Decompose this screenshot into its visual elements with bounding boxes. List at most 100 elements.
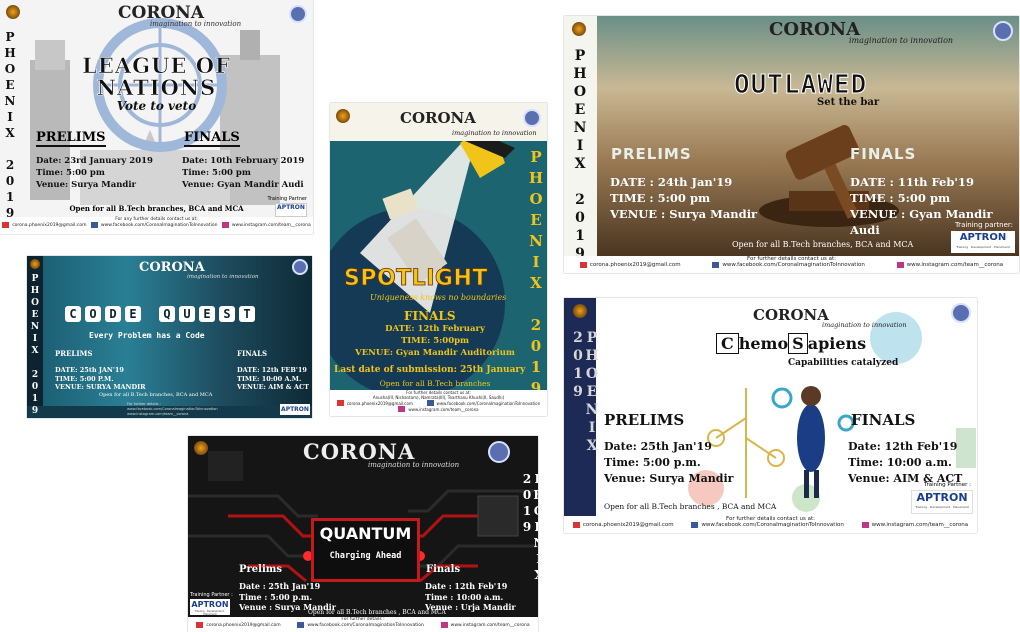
college-emblem-icon	[292, 259, 308, 275]
title-element-c: C	[716, 333, 739, 354]
email-text: corona.phoenix2019@gmail.com	[206, 622, 281, 628]
tagline: imagination to innovation	[452, 129, 537, 137]
tagline: imagination to innovation	[368, 461, 460, 469]
aptron-badge: APTRON	[280, 404, 310, 415]
title-letter: Q	[159, 306, 175, 322]
email-item: corona.phoenix2019@gmail.com	[572, 522, 674, 528]
aptron-tagline: Training · Development · Placement	[956, 245, 1010, 249]
mail-icon	[579, 262, 587, 268]
prelims-time: TIME : 5:00 pm	[610, 191, 711, 205]
finals-venue: Venue: Gyan Mandir Audi	[182, 180, 304, 190]
prelims-venue: Venue: Surya Mandir	[604, 472, 734, 485]
prelims-heading: Prelims	[239, 564, 282, 575]
instagram-text: www.instagram.com/team__corona	[906, 262, 1004, 268]
instagram-icon	[398, 406, 406, 412]
title-letter: T	[239, 306, 255, 322]
instagram-icon	[221, 222, 229, 228]
eligibility: Open for all B.Tech branches , BCA and M…	[604, 502, 777, 511]
tagline: imagination to innovation	[187, 274, 259, 280]
corona-logo-icon	[573, 304, 587, 318]
subtitle: Uniqueness knows no boundaries	[370, 293, 507, 302]
prelims-heading: PRELIMS	[36, 130, 106, 147]
facebook-icon	[691, 522, 699, 528]
title-letter: E	[199, 306, 215, 322]
prelims-date: Date: 25th Jan'19	[604, 440, 712, 453]
facebook-text: www.facebook.com/CoronaImaginationToInno…	[436, 400, 541, 406]
contact-footer: For further details : www.facebook.com/C…	[127, 402, 218, 417]
prelims-heading: PRELIMS	[611, 145, 692, 163]
finals-date: Date : 12th Feb'19	[425, 581, 508, 591]
finals-time: Time: 10:00 a.m.	[848, 456, 952, 469]
finals-time: Time: 5:00 pm	[182, 168, 251, 178]
aptron-tagline: Training · Development · Placement	[915, 505, 969, 509]
poster-codequest: CORONA imagination to innovation PHOENIX…	[27, 256, 312, 418]
prelims-date: DATE : 24th Jan'19	[610, 175, 733, 189]
title-letter: U	[179, 306, 195, 322]
finals-details: Date : 12th Feb'19 Time : 10:00 a.m. Ven…	[425, 581, 516, 613]
aptron-badge: APTRON Training · Development · Placemen…	[951, 231, 1015, 253]
finals-time: TIME: 10:00 A.M.	[237, 374, 302, 383]
title-letter: O	[85, 306, 101, 322]
instagram-icon	[861, 522, 869, 528]
title-element-s: S	[788, 333, 808, 354]
instagram-text: www.instagram.com/team__corona	[231, 222, 311, 228]
tagline: imagination to innovation	[849, 36, 954, 45]
tagline: imagination to innovation	[150, 20, 242, 28]
college-emblem-icon	[488, 441, 510, 463]
mail-icon	[196, 622, 204, 628]
contact-footer: For further details contact us at: coron…	[564, 516, 977, 533]
finals-date: DATE: 12th February	[385, 324, 485, 334]
aptron-tagline: Training · Development · Placement	[194, 610, 226, 616]
facebook-icon	[297, 622, 305, 628]
prelims-venue: VENUE: SURYA MANDIR	[55, 383, 146, 391]
prelims-details: DATE: 25th JAN'19 TIME: 5:00 P.M. VENUE:…	[55, 366, 146, 392]
facebook-text: www.facebook.com/CoronaImaginationToInno…	[722, 262, 865, 268]
event-title: OUTLAWED	[733, 70, 868, 101]
phoenix-2019-vertical: PHOENIX 2019	[30, 274, 40, 418]
subtitle: Capabilities catalyzed	[788, 358, 899, 368]
corona-brand: CORONA	[139, 260, 205, 275]
email-text: corona.phoenix2019@gmail.com	[12, 222, 87, 228]
event-title: SPOTLIGHT	[344, 266, 488, 292]
facebook-item: www.facebook.com/CoronaImaginationToInno…	[297, 622, 424, 628]
email-text: corona.phoenix2019@gmail.com	[589, 262, 681, 268]
training-partner-label: Training Partner :	[190, 592, 233, 598]
contact-footer: For further details contact us at: Anush…	[330, 390, 547, 416]
title-line-1: LEAGUE OF	[82, 53, 231, 78]
finals-heading: FINALS	[851, 411, 916, 429]
prelims-details: DATE : 24th Jan'19 TIME : 5:00 pm VENUE …	[610, 174, 757, 222]
prelims-time: Time : 5:00 p.m.	[239, 591, 313, 602]
poster-quantum: CORONA imagination to innovation PHOENIX…	[188, 436, 538, 632]
title-mid: hemo	[738, 334, 789, 353]
phoenix-2019-vertical: PHOENIX 2019	[520, 472, 538, 584]
poster-spotlight: CORONA imagination to innovation PHOENIX…	[330, 103, 547, 416]
eligibility: Open for all B.Tech branches, BCA and MC…	[732, 240, 914, 249]
email-item: corona.phoenix2019@gmail.com	[579, 262, 681, 268]
facebook-item: www.facebook.com/CoronaImaginationToInno…	[90, 222, 217, 228]
email-text: corona.phoenix2019@gmail.com	[346, 400, 413, 406]
instagram-item: www.instagram.com/team__corona	[440, 622, 530, 628]
instagram-text: www.instagram.com/team__corona	[408, 406, 479, 412]
email-item: corona.phoenix2019@gmail.com	[2, 222, 86, 228]
eligibility: Open for all B.Tech branches, BCA and MC…	[99, 392, 213, 398]
finals-details: DATE: 12th February TIME: 5:00pm VENUE: …	[330, 323, 540, 359]
finals-details: DATE: 12th FEB'19 TIME: 10:00 A.M. VENUE…	[237, 366, 309, 392]
finals-date: DATE : 11th Feb'19	[850, 175, 974, 189]
poster-outlawed: CORONA imagination to innovation PHOENIX…	[564, 16, 1019, 273]
phoenix-2019-vertical: PHOENIX 2019	[572, 48, 588, 264]
finals-heading: FINALS	[237, 349, 268, 358]
training-partner-label: Training partner:	[954, 221, 1013, 229]
subtitle: Set the bar	[817, 97, 880, 108]
title-letter: S	[219, 306, 235, 322]
college-emblem-icon	[993, 21, 1013, 41]
aptron-badge: APTRON Training · Development · Placemen…	[190, 599, 230, 616]
contact-footer: For further details contact us at: coron…	[564, 256, 1019, 273]
corona-brand: CORONA	[400, 109, 476, 127]
prelims-venue: Venue: Surya Mandir	[36, 180, 137, 190]
finals-date: DATE: 12th FEB'19	[237, 366, 307, 374]
contact-footer: For any further details contact us at: c…	[0, 217, 313, 234]
training-partner-label: Training Partner	[267, 196, 308, 202]
prelims-details: Date: 23rd January 2019 Time: 5:00 pm Ve…	[36, 155, 153, 191]
facebook-text: www.facebook.com/CoronaImaginationToInno…	[701, 522, 844, 528]
corona-logo-icon	[572, 22, 586, 36]
